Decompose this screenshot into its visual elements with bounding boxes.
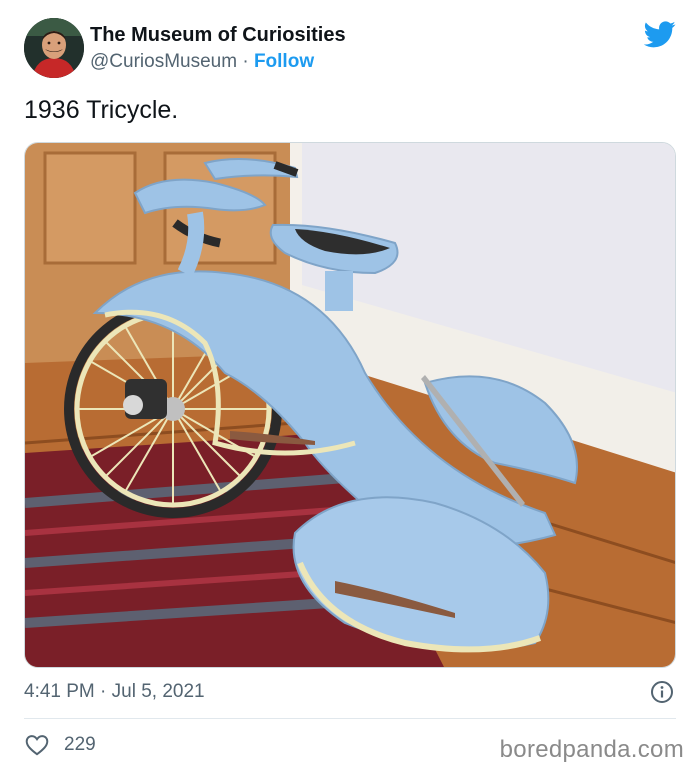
tweet-timestamp[interactable]: 4:41 PM · Jul 5, 2021	[24, 680, 205, 704]
avatar[interactable]	[24, 18, 84, 78]
author-handle[interactable]: @CuriosMuseum	[90, 51, 237, 72]
author-info: The Museum of Curiosities @CuriosMuseum …	[90, 23, 346, 75]
heart-icon[interactable]	[24, 732, 50, 758]
follow-button[interactable]: Follow	[254, 51, 314, 72]
twitter-bird-icon[interactable]	[644, 18, 676, 50]
info-icon[interactable]	[650, 680, 674, 704]
like-count: 229	[64, 734, 96, 755]
author-name[interactable]: The Museum of Curiosities	[90, 23, 346, 47]
tweet-text: 1936 Tricycle.	[24, 96, 179, 124]
tweet-header: The Museum of Curiosities @CuriosMuseum …	[24, 18, 684, 80]
like-button[interactable]: 229	[24, 732, 96, 758]
watermark: boredpanda.com	[499, 736, 684, 763]
tweet-photo[interactable]	[24, 142, 676, 668]
author-handle-line: @CuriosMuseum · Follow	[90, 49, 346, 75]
handle-separator: ·	[237, 51, 254, 72]
divider	[24, 718, 676, 719]
